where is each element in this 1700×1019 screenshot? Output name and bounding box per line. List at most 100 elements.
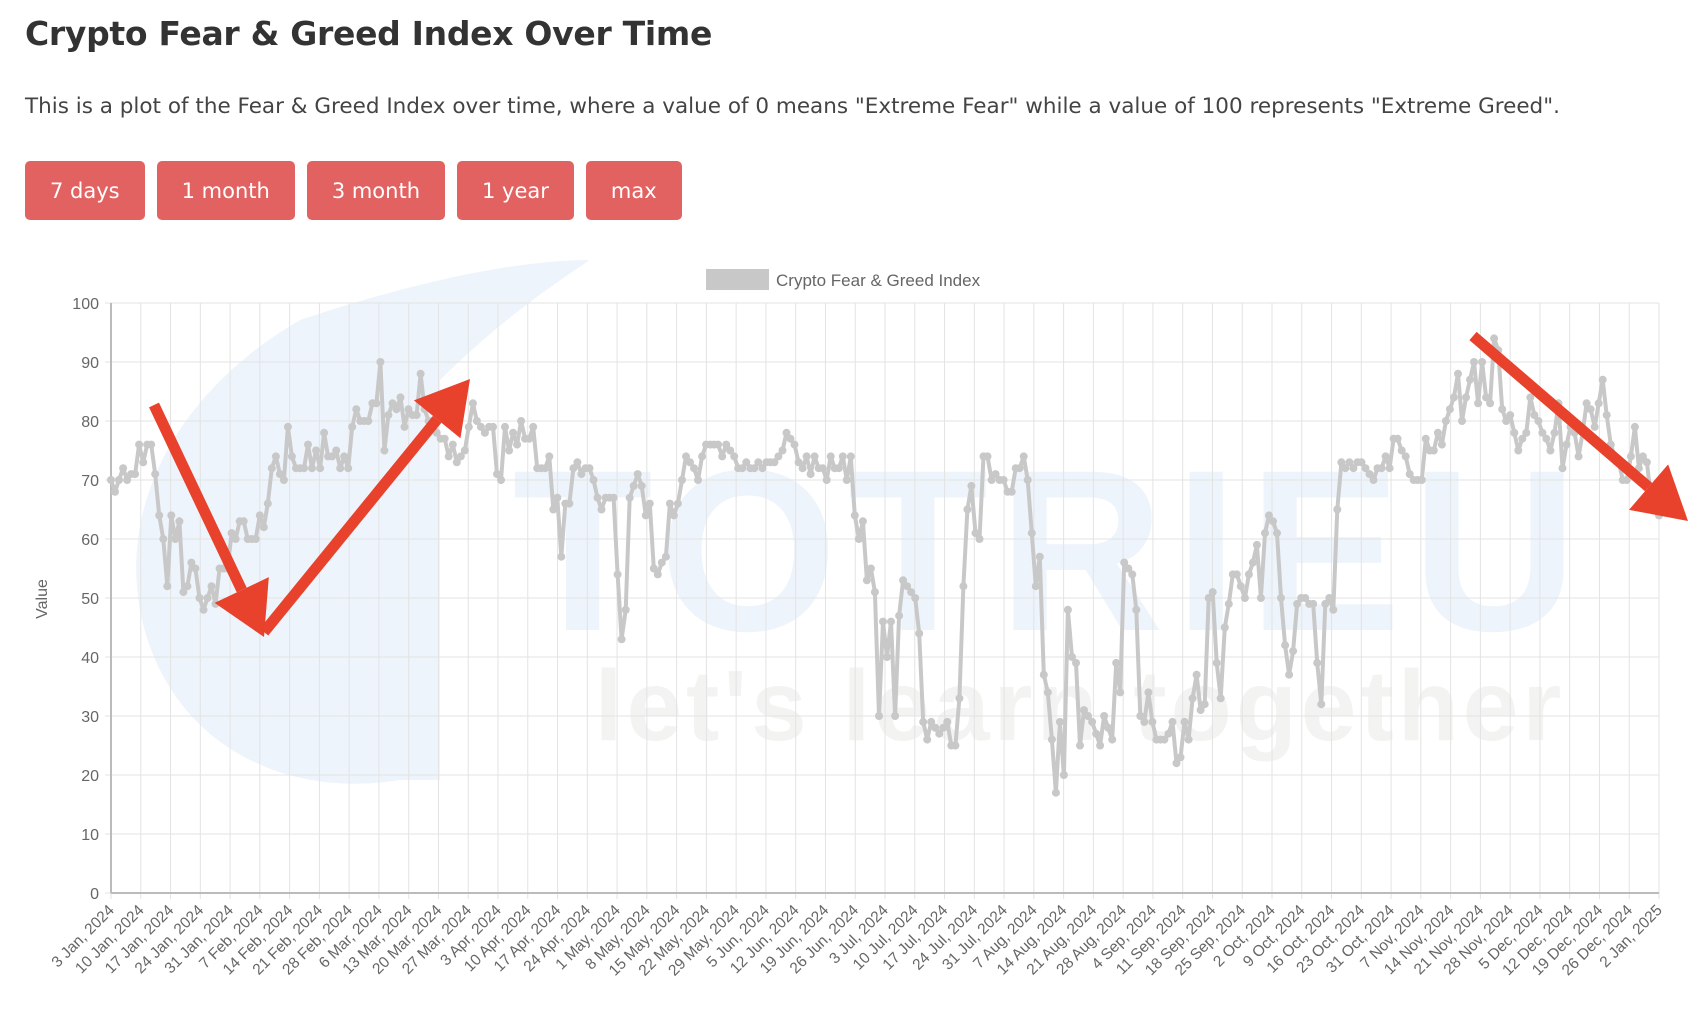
data-point[interactable] bbox=[1510, 428, 1519, 437]
data-point[interactable] bbox=[1261, 529, 1269, 538]
data-point[interactable] bbox=[400, 422, 409, 431]
data-point[interactable] bbox=[1108, 735, 1117, 744]
data-point[interactable] bbox=[440, 434, 449, 443]
data-point[interactable] bbox=[1180, 717, 1189, 726]
data-point[interactable] bbox=[279, 476, 288, 484]
data-point[interactable] bbox=[1188, 694, 1197, 703]
data-point[interactable] bbox=[1047, 735, 1056, 744]
data-point[interactable] bbox=[1550, 428, 1559, 437]
data-point[interactable] bbox=[589, 476, 598, 484]
data-point[interactable] bbox=[287, 452, 296, 461]
data-point[interactable] bbox=[513, 440, 522, 449]
data-point[interactable] bbox=[1256, 594, 1265, 602]
data-point[interactable] bbox=[1059, 771, 1068, 779]
data-point[interactable] bbox=[669, 511, 678, 520]
data-point[interactable] bbox=[870, 588, 879, 597]
data-point[interactable] bbox=[1208, 588, 1217, 597]
data-point[interactable] bbox=[489, 422, 497, 431]
data-point[interactable] bbox=[887, 617, 895, 626]
data-point[interactable] bbox=[613, 570, 622, 579]
data-point[interactable] bbox=[1184, 735, 1193, 744]
data-point[interactable] bbox=[271, 452, 280, 461]
data-point[interactable] bbox=[698, 452, 707, 461]
data-point[interactable] bbox=[1385, 464, 1394, 473]
data-point[interactable] bbox=[107, 476, 115, 484]
data-point[interactable] bbox=[617, 635, 626, 644]
data-point[interactable] bbox=[1309, 599, 1318, 608]
data-point[interactable] bbox=[959, 582, 968, 591]
data-point[interactable] bbox=[637, 481, 646, 490]
data-point[interactable] bbox=[1128, 570, 1137, 579]
data-point[interactable] bbox=[565, 499, 574, 508]
data-point[interactable] bbox=[231, 535, 240, 543]
data-point[interactable] bbox=[376, 358, 385, 366]
data-point[interactable] bbox=[1192, 670, 1201, 679]
data-point[interactable] bbox=[915, 629, 924, 638]
data-point[interactable] bbox=[1019, 452, 1028, 461]
data-point[interactable] bbox=[549, 505, 558, 514]
data-point[interactable] bbox=[975, 535, 984, 543]
data-point[interactable] bbox=[448, 440, 457, 449]
data-point[interactable] bbox=[923, 735, 932, 744]
data-point[interactable] bbox=[1417, 476, 1426, 484]
data-point[interactable] bbox=[621, 605, 630, 614]
data-point[interactable] bbox=[283, 422, 292, 431]
data-point[interactable] bbox=[259, 523, 268, 532]
data-point[interactable] bbox=[464, 422, 473, 431]
data-point[interactable] bbox=[139, 458, 148, 467]
data-point[interactable] bbox=[1325, 594, 1334, 602]
range-button-max[interactable]: max bbox=[585, 161, 682, 220]
data-point[interactable] bbox=[963, 505, 972, 514]
data-point[interactable] bbox=[1369, 476, 1378, 484]
data-point[interactable] bbox=[517, 417, 526, 425]
data-point[interactable] bbox=[1063, 605, 1072, 614]
data-point[interactable] bbox=[1031, 582, 1040, 591]
data-point[interactable] bbox=[1506, 411, 1515, 420]
data-point[interactable] bbox=[1035, 552, 1044, 561]
data-point[interactable] bbox=[1642, 458, 1651, 467]
data-point[interactable] bbox=[1317, 700, 1326, 709]
data-point[interactable] bbox=[661, 552, 670, 561]
data-point[interactable] bbox=[1072, 658, 1080, 667]
data-point[interactable] bbox=[1546, 446, 1555, 455]
data-point[interactable] bbox=[1269, 517, 1277, 526]
data-point[interactable] bbox=[1100, 712, 1109, 720]
data-point[interactable] bbox=[444, 452, 453, 461]
data-point[interactable] bbox=[1586, 405, 1595, 414]
data-point[interactable] bbox=[1466, 375, 1474, 384]
data-point[interactable] bbox=[396, 393, 405, 402]
data-point[interactable] bbox=[131, 470, 140, 479]
data-point[interactable] bbox=[1522, 428, 1531, 437]
data-point[interactable] bbox=[1454, 369, 1462, 378]
data-point[interactable] bbox=[919, 717, 928, 726]
data-point[interactable] bbox=[1377, 464, 1386, 473]
data-point[interactable] bbox=[846, 452, 855, 461]
data-point[interactable] bbox=[955, 694, 964, 703]
data-point[interactable] bbox=[822, 476, 831, 484]
data-point[interactable] bbox=[525, 434, 534, 443]
data-point[interactable] bbox=[866, 564, 875, 573]
range-button-1-month[interactable]: 1 month bbox=[156, 161, 295, 220]
data-point[interactable] bbox=[336, 464, 345, 473]
data-point[interactable] bbox=[263, 499, 272, 508]
data-point[interactable] bbox=[332, 446, 341, 455]
data-point[interactable] bbox=[1630, 422, 1639, 431]
data-point[interactable] bbox=[653, 570, 662, 579]
data-point[interactable] bbox=[1534, 417, 1543, 425]
data-point[interactable] bbox=[673, 499, 682, 508]
data-point[interactable] bbox=[1112, 658, 1121, 667]
data-point[interactable] bbox=[320, 428, 329, 437]
data-point[interactable] bbox=[312, 446, 321, 455]
data-point[interactable] bbox=[1289, 647, 1298, 656]
data-point[interactable] bbox=[629, 481, 638, 490]
data-point[interactable] bbox=[1088, 717, 1097, 726]
data-point[interactable] bbox=[911, 594, 920, 602]
data-point[interactable] bbox=[316, 464, 325, 473]
data-point[interactable] bbox=[348, 422, 357, 431]
data-point[interactable] bbox=[1148, 717, 1157, 726]
data-point[interactable] bbox=[967, 481, 976, 490]
data-point[interactable] bbox=[1574, 452, 1583, 461]
data-point[interactable] bbox=[862, 576, 871, 585]
data-point[interactable] bbox=[678, 476, 686, 484]
data-point[interactable] bbox=[171, 535, 180, 543]
